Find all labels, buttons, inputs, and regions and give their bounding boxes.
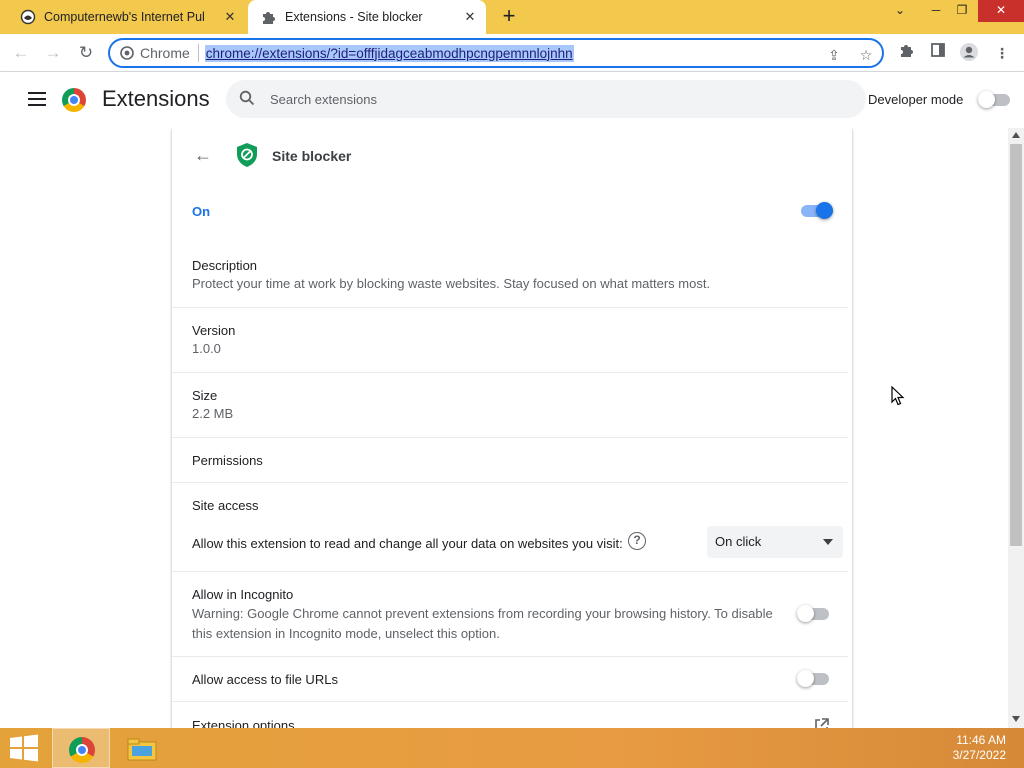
size-value: 2.2 MB bbox=[192, 406, 234, 421]
size-label: Size bbox=[192, 388, 218, 403]
page-title: Extensions bbox=[102, 86, 210, 111]
extensions-header: Extensions Developer mode bbox=[0, 72, 1024, 128]
close-tab-icon[interactable]: ✕ bbox=[222, 9, 238, 25]
tab-strip: Computernewb's Internet Pub Hu ✕ Extensi… bbox=[0, 0, 1024, 34]
extension-enabled-toggle[interactable] bbox=[801, 202, 833, 219]
divider bbox=[172, 372, 848, 373]
main-content: ← Site blocker On Description Protect yo… bbox=[0, 128, 1008, 728]
help-icon[interactable]: ? bbox=[628, 532, 646, 550]
windows-taskbar: 11:46 AM 3/27/2022 bbox=[0, 728, 1024, 768]
site-access-label: Site access bbox=[192, 498, 259, 513]
dropdown-caret-icon bbox=[823, 539, 833, 545]
divider bbox=[172, 482, 848, 483]
tab-title: Extensions - Site blocker bbox=[285, 10, 423, 24]
file-explorer-icon bbox=[127, 738, 157, 761]
side-panel-icon[interactable] bbox=[927, 42, 949, 64]
puzzle-icon bbox=[263, 12, 275, 24]
chrome-page-icon bbox=[120, 46, 134, 60]
enabled-label: On bbox=[192, 204, 211, 219]
taskbar-chrome-button[interactable] bbox=[52, 728, 110, 768]
extension-name: Site blocker bbox=[272, 148, 352, 164]
address-bar[interactable]: Chrome chrome://extensions/?id=offfjidag… bbox=[108, 38, 884, 68]
divider bbox=[172, 701, 848, 702]
permissions-label: Permissions bbox=[192, 453, 263, 468]
shield-icon bbox=[237, 143, 257, 167]
clock-date: 3/27/2022 bbox=[952, 748, 1006, 762]
scrollbar-thumb[interactable] bbox=[1010, 144, 1022, 546]
new-tab-button[interactable]: + bbox=[497, 5, 521, 29]
developer-mode-label: Developer mode bbox=[868, 92, 964, 107]
scroll-down-arrow-icon[interactable] bbox=[1012, 716, 1020, 722]
extension-detail-card: ← Site blocker On Description Protect yo… bbox=[172, 128, 852, 728]
incognito-warning: Warning: Google Chrome cannot prevent ex… bbox=[192, 606, 773, 641]
share-icon[interactable]: ⇪ bbox=[824, 45, 844, 65]
more-menu-icon[interactable]: ⋮ bbox=[991, 42, 1013, 64]
close-window-button[interactable]: ✕ bbox=[978, 0, 1024, 22]
back-arrow-icon[interactable]: ← bbox=[192, 144, 214, 166]
site-access-select[interactable]: On click bbox=[707, 526, 843, 558]
scroll-up-arrow-icon[interactable] bbox=[1012, 132, 1020, 138]
extensions-puzzle-icon[interactable] bbox=[895, 42, 917, 64]
omnibox-url[interactable]: chrome://extensions/?id=offfjidagceabmod… bbox=[204, 44, 574, 62]
file-urls-toggle[interactable] bbox=[797, 670, 829, 687]
extension-options-label[interactable]: Extension options bbox=[192, 718, 295, 728]
windows-start-icon[interactable] bbox=[8, 734, 40, 762]
search-icon bbox=[238, 90, 256, 108]
site-access-selected: On click bbox=[715, 534, 762, 549]
browser-toolbar: ← → ↻ Chrome chrome://extensions/?id=off… bbox=[0, 34, 1024, 72]
tab-title: Computernewb's Internet Pub Hu bbox=[44, 10, 204, 24]
forward-button[interactable]: → bbox=[40, 40, 66, 66]
tab-pub[interactable]: Computernewb's Internet Pub Hu ✕ bbox=[8, 0, 246, 34]
taskbar-file-explorer-button[interactable] bbox=[112, 728, 170, 768]
restore-button[interactable]: ❐ bbox=[942, 0, 982, 22]
back-button[interactable]: ← bbox=[8, 40, 34, 66]
tab-search-chevron-icon[interactable]: ⌄ bbox=[880, 0, 920, 22]
search-bar[interactable] bbox=[226, 80, 866, 118]
page-scrollbar[interactable] bbox=[1008, 128, 1024, 728]
hamburger-menu-icon[interactable] bbox=[28, 92, 46, 106]
file-urls-label: Allow access to file URLs bbox=[192, 672, 338, 687]
version-value: 1.0.0 bbox=[192, 341, 221, 356]
clock-time: 11:46 AM bbox=[956, 733, 1006, 747]
omnibox-scheme-label: Chrome bbox=[140, 45, 190, 61]
pub-favicon-icon bbox=[20, 9, 36, 25]
divider bbox=[172, 656, 848, 657]
incognito-toggle[interactable] bbox=[797, 605, 829, 622]
divider bbox=[172, 437, 848, 438]
reload-button[interactable]: ↻ bbox=[73, 40, 99, 66]
incognito-label: Allow in Incognito bbox=[192, 587, 294, 602]
divider bbox=[172, 307, 848, 308]
tab-extensions[interactable]: Extensions - Site blocker ✕ bbox=[248, 0, 486, 34]
site-access-prompt: Allow this extension to read and change … bbox=[192, 536, 623, 551]
close-tab-icon[interactable]: ✕ bbox=[462, 9, 478, 25]
system-clock[interactable]: 11:46 AM 3/27/2022 bbox=[953, 733, 1006, 763]
divider bbox=[172, 571, 848, 572]
description-text: Protect your time at work by blocking wa… bbox=[192, 276, 711, 291]
bookmark-star-icon[interactable]: ☆ bbox=[856, 45, 876, 65]
description-label: Description bbox=[192, 258, 258, 273]
open-in-new-icon[interactable] bbox=[814, 718, 830, 728]
chrome-logo-icon bbox=[62, 88, 86, 112]
search-input[interactable] bbox=[270, 91, 830, 107]
developer-mode-toggle[interactable] bbox=[978, 91, 1010, 108]
version-label: Version bbox=[192, 323, 236, 338]
chrome-icon bbox=[69, 737, 95, 763]
mouse-cursor-icon bbox=[891, 386, 905, 406]
omnibox-separator bbox=[197, 44, 199, 62]
profile-avatar-icon[interactable] bbox=[958, 42, 980, 64]
